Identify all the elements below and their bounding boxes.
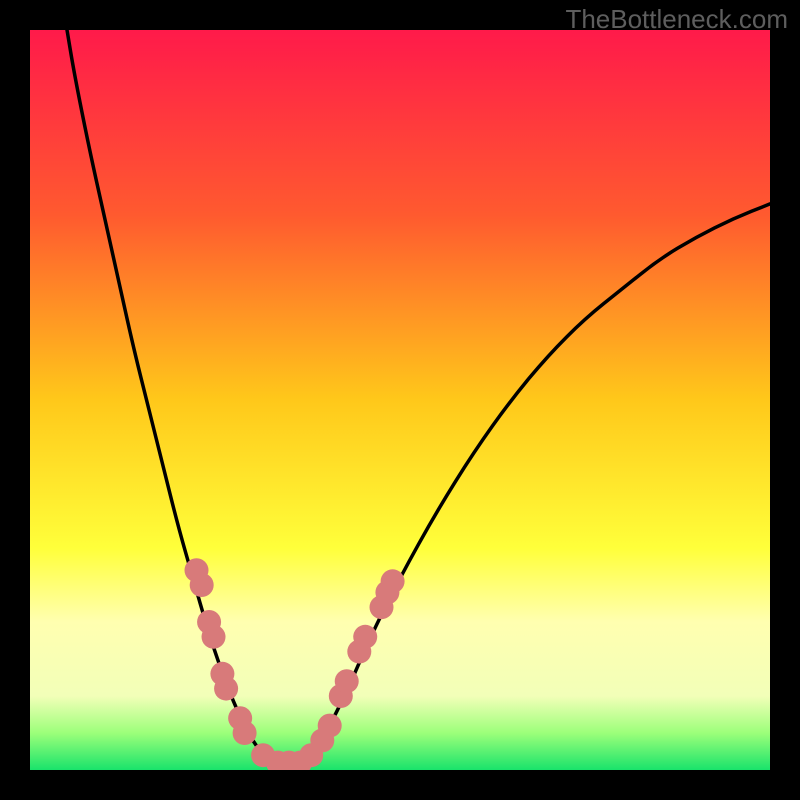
data-marker bbox=[353, 625, 377, 649]
data-marker bbox=[381, 569, 405, 593]
chart-frame: TheBottleneck.com bbox=[0, 0, 800, 800]
plot-area bbox=[30, 30, 770, 770]
data-marker bbox=[190, 573, 214, 597]
data-marker bbox=[233, 721, 257, 745]
data-marker bbox=[318, 714, 342, 738]
data-marker bbox=[202, 625, 226, 649]
data-marker bbox=[214, 677, 238, 701]
data-marker bbox=[335, 669, 359, 693]
chart-svg bbox=[30, 30, 770, 770]
chart-background bbox=[30, 30, 770, 770]
